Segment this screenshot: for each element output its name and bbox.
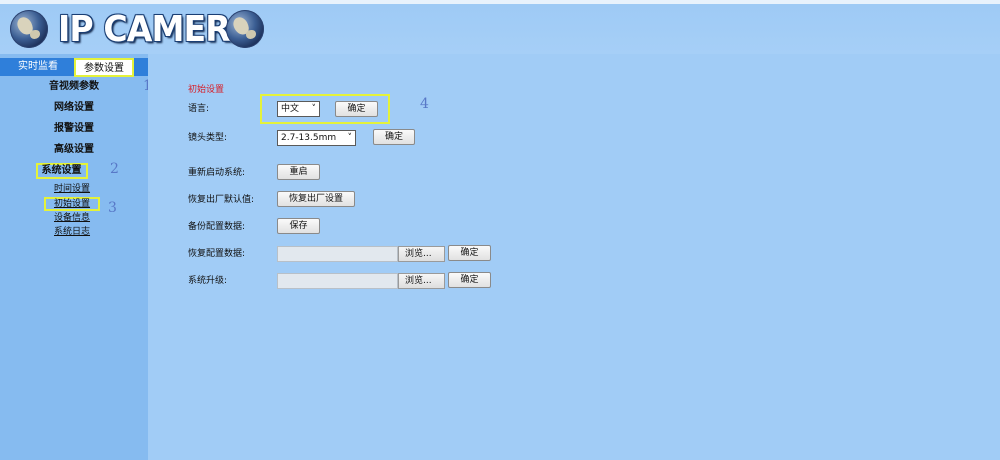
upgrade-file-field[interactable] — [277, 273, 398, 289]
submenu-system-log[interactable]: 系统日志 — [54, 226, 90, 238]
sidebar-item-network[interactable]: 网络设置 — [0, 101, 148, 115]
backup-config-label: 备份配置数据: — [188, 222, 246, 232]
language-select-value: 中文 — [281, 104, 300, 114]
top-nav-bar: 实时监看 参数设置 — [0, 58, 148, 77]
globe-icon-right — [226, 10, 264, 48]
language-label: 语言: — [188, 104, 210, 114]
sidebar-item-label: 高级设置 — [54, 144, 94, 155]
sidebar-item-system[interactable]: 系统设置 — [0, 163, 148, 179]
sidebar-item-label: 系统设置 — [35, 163, 88, 179]
submenu-device-info[interactable]: 设备信息 — [54, 212, 90, 224]
factory-reset-button[interactable]: 恢复出厂设置 — [277, 191, 355, 207]
reboot-label: 重新启动系统: — [188, 168, 246, 178]
globe-icon-left — [10, 10, 48, 48]
sidebar-item-label: 报警设置 — [54, 123, 94, 134]
language-select[interactable]: 中文 ˅ — [277, 101, 320, 117]
restore-confirm-button[interactable]: 确定 — [448, 245, 491, 261]
submenu-time-settings[interactable]: 时间设置 — [54, 183, 90, 195]
language-confirm-button[interactable]: 确定 — [335, 101, 378, 117]
annotation-3: 3 — [108, 200, 117, 216]
lens-type-select[interactable]: 2.7-13.5mm ˅ — [277, 130, 356, 146]
ip-camera-window: IP CAMERA 实时监看 参数设置 音视频参数 网络设置 报警设置 高级设置… — [0, 0, 1000, 460]
tab-parameter-settings[interactable]: 参数设置 — [74, 58, 134, 77]
chevron-down-icon: ˅ — [311, 104, 317, 114]
annotation-4: 4 — [420, 96, 429, 112]
logo-text: IP CAMERA — [58, 9, 255, 50]
factory-reset-label: 恢复出厂默认值: — [188, 195, 255, 205]
chevron-down-icon: ˅ — [347, 133, 353, 143]
reboot-button[interactable]: 重启 — [277, 164, 320, 180]
upgrade-confirm-button[interactable]: 确定 — [448, 272, 491, 288]
restore-config-label: 恢复配置数据: — [188, 249, 246, 259]
system-upgrade-label: 系统升级: — [188, 276, 228, 286]
sidebar-item-alarm[interactable]: 报警设置 — [0, 122, 148, 136]
upgrade-browse-button[interactable]: 浏览... — [398, 273, 445, 289]
restore-browse-button[interactable]: 浏览... — [398, 246, 445, 262]
app-header: IP CAMERA — [0, 4, 1000, 54]
backup-save-button[interactable]: 保存 — [277, 218, 320, 234]
sidebar-item-label: 网络设置 — [54, 102, 94, 113]
main-content: 初始设置 语言: 中文 ˅ 确定 4 镜头类型: 2.7-13.5mm ˅ 确定… — [148, 54, 1000, 460]
submenu-initial-settings[interactable]: 初始设置 — [44, 197, 101, 211]
lens-type-select-value: 2.7-13.5mm — [281, 133, 337, 143]
sidebar-item-label: 音视频参数 — [49, 81, 99, 92]
sidebar: 实时监看 参数设置 音视频参数 网络设置 报警设置 高级设置 系统设置 时间设置… — [0, 54, 152, 460]
tab-live-view[interactable]: 实时监看 — [14, 60, 62, 74]
section-title: 初始设置 — [188, 85, 225, 95]
lens-type-label: 镜头类型: — [188, 133, 228, 143]
sidebar-item-advanced[interactable]: 高级设置 — [0, 143, 148, 157]
lens-confirm-button[interactable]: 确定 — [373, 129, 415, 145]
restore-file-field[interactable] — [277, 246, 398, 262]
annotation-2: 2 — [110, 161, 119, 177]
sidebar-item-av-params[interactable]: 音视频参数 — [0, 80, 148, 94]
